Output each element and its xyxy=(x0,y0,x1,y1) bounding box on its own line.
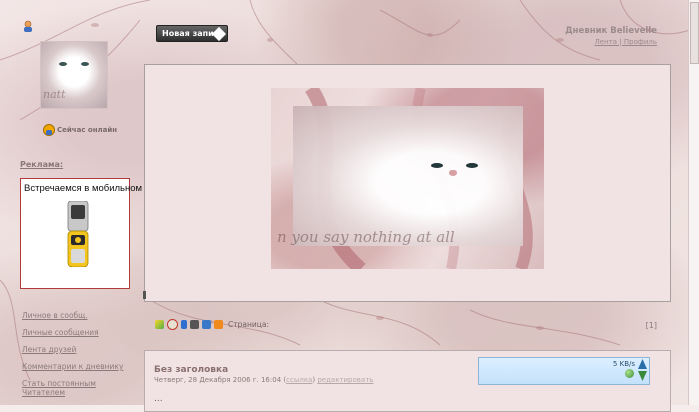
sidebar-link-comments[interactable]: Комментарии к дневнику xyxy=(22,362,123,371)
cat-eye-right xyxy=(466,163,478,168)
ad-banner[interactable]: Встречаемся в мобильном xyxy=(20,178,142,289)
print-icon[interactable] xyxy=(190,320,199,329)
clock-icon[interactable] xyxy=(167,319,178,330)
header-panel: n you say nothing at all xyxy=(144,64,671,302)
network-speed: 5 KB/s xyxy=(612,360,635,368)
header-banner-image: n you say nothing at all xyxy=(271,88,544,269)
save-icon[interactable] xyxy=(202,320,211,329)
avatar-watermark: natt xyxy=(43,88,66,101)
post-meta: Четверг, 28 Декабря 2006 г. 16:04 (ссылк… xyxy=(154,376,374,384)
cat-image xyxy=(293,106,523,246)
transfer-arrows xyxy=(638,359,647,381)
download-arrow-icon[interactable] xyxy=(638,371,647,381)
online-user-icon xyxy=(43,124,55,136)
mobile-phone-icon xyxy=(67,201,89,267)
new-post-button[interactable]: Новая запись xyxy=(156,25,228,42)
network-status-widget: 5 KB/s xyxy=(478,357,650,385)
post-edit-link[interactable]: редактировать xyxy=(317,376,373,384)
pages-label: Страница: xyxy=(228,320,269,329)
globe-icon xyxy=(625,369,634,378)
ad-text: Встречаемся в мобильном xyxy=(24,183,143,194)
upload-arrow-icon[interactable] xyxy=(638,359,647,369)
share-toolbar: Страница: xyxy=(155,319,269,330)
banner-script-text: n you say nothing at all xyxy=(277,228,455,246)
avatar[interactable]: natt xyxy=(40,41,108,109)
scrollbar-thumb[interactable] xyxy=(690,2,699,64)
cat-eye-left xyxy=(431,163,443,168)
sidebar-links: Личное в сообщ. Личные сообщения Лента д… xyxy=(22,311,123,405)
sidebar-link-become-reader[interactable]: Стать постоянным xyxy=(22,379,123,388)
panel-resize-handle[interactable] xyxy=(143,291,146,299)
sidebar-link-reader[interactable]: Читателем xyxy=(22,388,123,397)
sidebar-link-friends-feed[interactable]: Лента друзей xyxy=(22,345,123,354)
avatar-eye-right xyxy=(81,62,89,66)
post-date: Четверг, 28 Декабря 2006 г. 16:04 xyxy=(154,376,282,384)
share-icon[interactable] xyxy=(155,320,164,329)
online-label: Сейчас онлайн xyxy=(57,126,118,134)
pagination[interactable]: [1] xyxy=(646,321,657,330)
avatar-eye-left xyxy=(59,62,67,66)
rss-icon[interactable] xyxy=(214,320,223,329)
post-link[interactable]: ссылка xyxy=(286,376,312,384)
post-title[interactable]: Без заголовка xyxy=(154,365,228,375)
diary-subtitle-links[interactable]: Лента | Профиль xyxy=(595,38,657,46)
online-status[interactable]: Сейчас онлайн xyxy=(43,124,117,136)
sidebar-link-messages[interactable]: Личные сообщения xyxy=(22,328,123,337)
user-icon[interactable] xyxy=(22,20,34,32)
bookmark-icon[interactable] xyxy=(181,320,187,329)
post-body: ... xyxy=(154,394,163,404)
diary-title[interactable]: Дневник Believelle xyxy=(565,26,657,36)
ads-label[interactable]: Реклама: xyxy=(20,160,63,169)
cat-nose xyxy=(449,170,457,176)
vertical-scrollbar[interactable] xyxy=(688,0,699,405)
sidebar-link-personal[interactable]: Личное в сообщ. xyxy=(22,311,123,320)
